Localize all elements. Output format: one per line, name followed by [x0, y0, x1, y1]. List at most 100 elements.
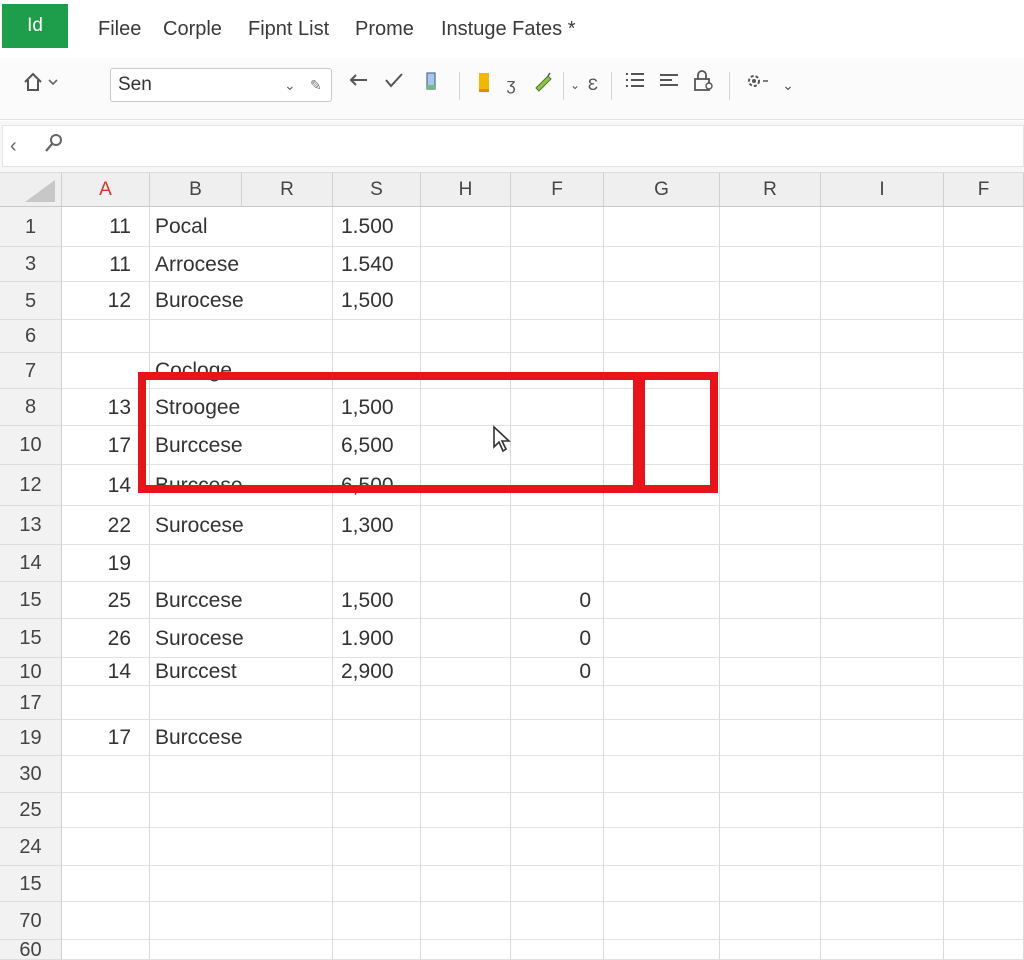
- cell-f-last[interactable]: [944, 320, 1024, 353]
- cell-b[interactable]: Coclоge: [150, 353, 333, 389]
- cell-a[interactable]: 17: [62, 426, 150, 465]
- cell-f-last[interactable]: [944, 426, 1024, 465]
- align-icon[interactable]: [656, 70, 682, 100]
- cell-f-last[interactable]: [944, 207, 1024, 247]
- cell-f[interactable]: [511, 465, 604, 506]
- cell-b[interactable]: [150, 866, 333, 902]
- cell-f[interactable]: 0: [511, 658, 604, 686]
- cell-a[interactable]: 11: [62, 207, 150, 247]
- cell-f-last[interactable]: [944, 866, 1024, 902]
- cell-h[interactable]: [421, 756, 511, 793]
- cell-h[interactable]: [421, 320, 511, 353]
- cell-f-last[interactable]: [944, 582, 1024, 619]
- cell-i[interactable]: [821, 793, 944, 828]
- cell-i[interactable]: [821, 506, 944, 545]
- cell-r[interactable]: [720, 282, 821, 320]
- cell-b[interactable]: [150, 320, 333, 353]
- column-header-g[interactable]: G: [604, 173, 720, 207]
- cell-r[interactable]: [720, 902, 821, 940]
- cell-r[interactable]: [720, 756, 821, 793]
- cell-b[interactable]: Burccese: [150, 426, 333, 465]
- select-all-corner[interactable]: [0, 173, 62, 207]
- cell-r[interactable]: [720, 320, 821, 353]
- cell-f-last[interactable]: [944, 940, 1024, 960]
- cell-a[interactable]: 11: [62, 247, 150, 282]
- cell-i[interactable]: [821, 756, 944, 793]
- cell-b[interactable]: Burccese: [150, 720, 333, 756]
- row-header[interactable]: 24: [0, 828, 62, 866]
- chevron-left-icon[interactable]: ‹: [10, 132, 17, 160]
- cell-b[interactable]: Burccese: [150, 465, 333, 506]
- cell-g[interactable]: [604, 658, 720, 686]
- cell-h[interactable]: [421, 658, 511, 686]
- cell-s[interactable]: 2,900: [333, 658, 421, 686]
- row-header[interactable]: 15: [0, 866, 62, 902]
- lock-icon[interactable]: [690, 70, 716, 100]
- cell-i[interactable]: [821, 582, 944, 619]
- cell-f-last[interactable]: [944, 902, 1024, 940]
- cell-f-last[interactable]: [944, 828, 1024, 866]
- menu-file[interactable]: Filee: [98, 16, 141, 42]
- column-header-i[interactable]: I: [821, 173, 944, 207]
- cell-g[interactable]: [604, 506, 720, 545]
- cell-s[interactable]: [333, 545, 421, 582]
- cell-g[interactable]: [604, 320, 720, 353]
- menu-prome[interactable]: Prome: [355, 16, 414, 42]
- cell-f[interactable]: 0: [511, 619, 604, 658]
- cell-s[interactable]: 1.500: [333, 207, 421, 247]
- cell-i[interactable]: [821, 619, 944, 658]
- cell-f[interactable]: [511, 828, 604, 866]
- cell-f[interactable]: [511, 686, 604, 720]
- cell-s[interactable]: [333, 793, 421, 828]
- cell-i[interactable]: [821, 902, 944, 940]
- row-header[interactable]: 15: [0, 582, 62, 619]
- row-header[interactable]: 70: [0, 902, 62, 940]
- column-header-r2[interactable]: R: [720, 173, 821, 207]
- app-logo[interactable]: Id: [2, 4, 68, 48]
- cell-s[interactable]: [333, 940, 421, 960]
- cell-f[interactable]: 0: [511, 582, 604, 619]
- e-icon[interactable]: Ɛ: [585, 70, 601, 100]
- gear-icon[interactable]: [742, 70, 772, 100]
- cell-i[interactable]: [821, 426, 944, 465]
- cell-a[interactable]: [62, 828, 150, 866]
- cell-f[interactable]: [511, 793, 604, 828]
- cell-g[interactable]: [604, 866, 720, 902]
- cell-f-last[interactable]: [944, 353, 1024, 389]
- list-icon[interactable]: [622, 70, 648, 100]
- cell-f[interactable]: [511, 902, 604, 940]
- cell-i[interactable]: [821, 353, 944, 389]
- cell-g[interactable]: [604, 902, 720, 940]
- pen-small-icon[interactable]: ✎: [310, 69, 322, 101]
- cell-s[interactable]: [333, 720, 421, 756]
- cell-a[interactable]: [62, 756, 150, 793]
- formula-input[interactable]: ‹: [2, 125, 1024, 167]
- cell-f-last[interactable]: [944, 282, 1024, 320]
- cell-g[interactable]: [604, 793, 720, 828]
- cell-f[interactable]: [511, 247, 604, 282]
- row-header[interactable]: 19: [0, 720, 62, 756]
- spreadsheet-grid[interactable]: A B R S H F G R I F 1 11 Pocal 1.500 3 11 Arrocese 1.540 5…: [0, 173, 1024, 960]
- cell-f-last[interactable]: [944, 658, 1024, 686]
- cell-h[interactable]: [421, 207, 511, 247]
- column-header-f2[interactable]: F: [944, 173, 1024, 207]
- row-header[interactable]: 8: [0, 389, 62, 426]
- cell-r[interactable]: [720, 720, 821, 756]
- cell-a[interactable]: 14: [62, 465, 150, 506]
- cell-g[interactable]: [604, 207, 720, 247]
- cell-f-last[interactable]: [944, 686, 1024, 720]
- cell-h[interactable]: [421, 506, 511, 545]
- cell-i[interactable]: [821, 320, 944, 353]
- cell-r[interactable]: [720, 658, 821, 686]
- cell-b[interactable]: Burocese: [150, 282, 333, 320]
- search-icon[interactable]: [43, 132, 65, 162]
- cell-g[interactable]: [604, 619, 720, 658]
- check-icon[interactable]: [380, 70, 408, 100]
- cell-b[interactable]: Stroogee: [150, 389, 333, 426]
- cell-a[interactable]: 26: [62, 619, 150, 658]
- cell-r[interactable]: [720, 465, 821, 506]
- cell-r[interactable]: [720, 426, 821, 465]
- cell-b[interactable]: [150, 545, 333, 582]
- cell-g[interactable]: [604, 465, 720, 506]
- cell-b[interactable]: [150, 940, 333, 960]
